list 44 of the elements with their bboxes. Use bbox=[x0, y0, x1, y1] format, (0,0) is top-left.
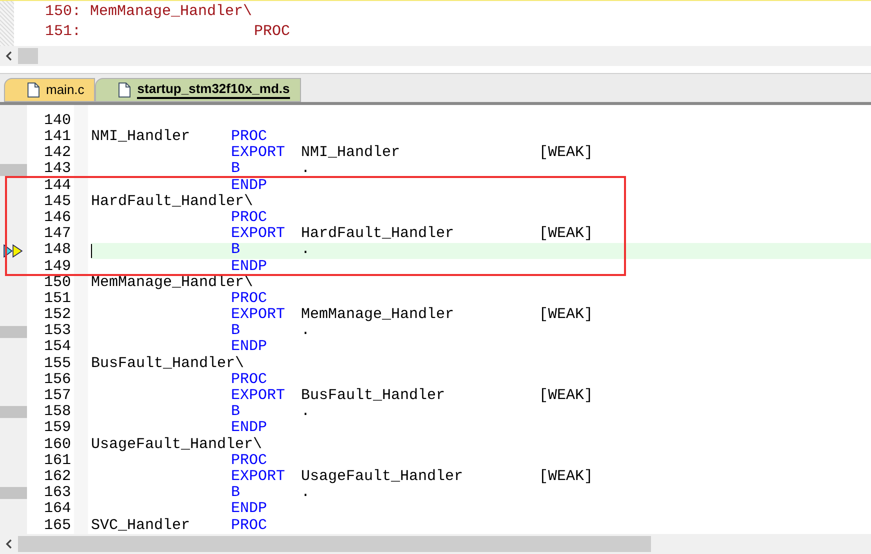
code-label: UsageFault_Handler\ bbox=[91, 434, 262, 454]
code-instruction: B bbox=[231, 321, 240, 340]
code-label: NMI_Handler bbox=[91, 127, 190, 148]
code-instruction: ENDP bbox=[231, 337, 268, 356]
scroll-left-icon[interactable] bbox=[5, 51, 13, 61]
line-number: 163 bbox=[44, 483, 71, 502]
code-instruction: B bbox=[231, 402, 240, 421]
file-tab[interactable]: main.c bbox=[4, 78, 96, 102]
scrollbar-thumb[interactable] bbox=[18, 536, 651, 552]
code-label: MemManage_Handler\ bbox=[90, 2, 252, 22]
line-address: 150: bbox=[45, 2, 82, 22]
code-instruction: PROC bbox=[254, 22, 290, 42]
line-number: 141 bbox=[44, 127, 71, 146]
horizontal-scrollbar[interactable] bbox=[0, 534, 871, 554]
code-attribute: [WEAK] bbox=[539, 224, 594, 244]
line-number: 152 bbox=[44, 305, 71, 324]
code-attribute: [WEAK] bbox=[539, 143, 594, 164]
code-instruction: EXPORT bbox=[231, 143, 286, 162]
code-attribute: [WEAK] bbox=[539, 386, 594, 406]
line-number: 147 bbox=[44, 224, 71, 243]
code-instruction: EXPORT bbox=[231, 386, 286, 405]
gutter bbox=[0, 1, 14, 46]
code-attribute: [WEAK] bbox=[539, 305, 594, 326]
code-instruction: PROC bbox=[231, 127, 268, 146]
line-number: 157 bbox=[44, 386, 71, 405]
file-tab[interactable]: startup_stm32f10x_md.s bbox=[95, 78, 301, 102]
code-label: SVC_Handler bbox=[91, 516, 190, 534]
horizontal-scrollbar[interactable] bbox=[0, 46, 871, 66]
line-number: 158 bbox=[44, 402, 71, 421]
file-icon bbox=[27, 82, 40, 98]
code-instruction: PROC bbox=[231, 290, 268, 308]
line-address: 151: bbox=[45, 22, 82, 42]
code-instruction: EXPORT bbox=[231, 305, 286, 324]
code-instruction: EXPORT bbox=[231, 224, 286, 243]
code-instruction: B bbox=[231, 483, 240, 502]
line-number: 140 bbox=[44, 110, 71, 130]
line-number: 142 bbox=[44, 143, 71, 162]
text-cursor bbox=[91, 244, 92, 258]
line-number: 153 bbox=[44, 321, 71, 340]
code-instruction: ENDP bbox=[231, 418, 268, 437]
scroll-left-icon[interactable] bbox=[5, 539, 13, 549]
scrollbar-thumb[interactable] bbox=[18, 48, 38, 64]
file-icon bbox=[118, 82, 132, 98]
code-attribute: [WEAK] bbox=[539, 466, 594, 487]
